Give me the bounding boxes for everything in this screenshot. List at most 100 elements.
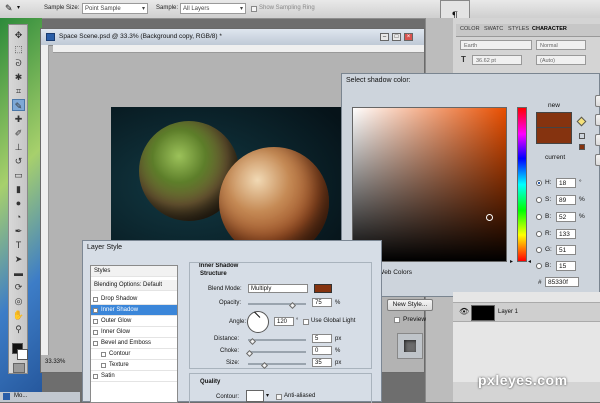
dodge-tool-icon[interactable]: ◔ — [12, 211, 25, 223]
lasso-tool-icon[interactable]: ᘐ — [12, 57, 25, 69]
path-select-icon[interactable]: ➤ — [12, 253, 25, 265]
close-button[interactable]: × — [404, 33, 413, 41]
show-sampling-ring-checkbox[interactable] — [251, 6, 257, 12]
anti-aliased-checkbox[interactable] — [276, 394, 282, 400]
ok-button[interactable] — [595, 95, 600, 107]
leading-field[interactable]: (Auto) — [536, 55, 586, 65]
choke-slider[interactable] — [248, 351, 306, 353]
color-field[interactable] — [352, 107, 507, 262]
preview-checkbox[interactable] — [394, 317, 400, 323]
brightness-radio[interactable] — [536, 214, 542, 220]
blur-tool-icon[interactable]: ● — [12, 197, 25, 209]
eyedropper-tool-icon[interactable]: ✎ — [5, 3, 13, 14]
checkbox[interactable] — [93, 374, 98, 379]
checkbox[interactable] — [101, 352, 106, 357]
saturation-field[interactable]: 89 — [556, 195, 576, 205]
font-style-select[interactable]: Normal — [536, 40, 586, 50]
eye-icon[interactable]: 👁 — [459, 307, 469, 316]
font-size-field[interactable]: 36.62 pt — [472, 55, 522, 65]
sample-select[interactable]: All Layers — [180, 3, 246, 15]
photoshop-taskbar-icon[interactable] — [3, 393, 10, 400]
quick-mask-icon[interactable] — [13, 363, 25, 373]
style-outer-glow[interactable]: Outer Glow — [91, 316, 177, 327]
marquee-tool-icon[interactable]: ⬚ — [12, 43, 25, 55]
sample-size-select[interactable]: Point Sample — [82, 3, 148, 15]
style-drop-shadow[interactable]: Drop Shadow — [91, 294, 177, 305]
tab-styles[interactable]: STYLES — [508, 26, 529, 32]
blending-options-item[interactable]: Blending Options: Default — [91, 280, 177, 291]
hue-slider-left-arrow-icon[interactable]: ▸ — [510, 258, 513, 265]
distance-slider[interactable] — [248, 339, 306, 341]
opacity-field[interactable]: 75 — [312, 298, 332, 307]
green-radio[interactable] — [536, 247, 542, 253]
hue-radio[interactable] — [536, 180, 542, 186]
crop-tool-icon[interactable]: ⌗ — [12, 85, 25, 97]
cancel-button[interactable] — [595, 114, 600, 126]
gradient-tool-icon[interactable]: ▮ — [12, 183, 25, 195]
red-field[interactable]: 133 — [556, 229, 576, 239]
eyedropper-tool-icon-selected[interactable]: ✎ — [12, 99, 25, 111]
hue-field[interactable]: 18 — [556, 178, 576, 188]
taskbar-label[interactable]: Mo... — [14, 393, 27, 399]
style-satin[interactable]: Satin — [91, 371, 177, 382]
zoom-tool-icon[interactable]: ⚲ — [12, 323, 25, 335]
size-field[interactable]: 35 — [312, 358, 332, 367]
red-radio[interactable] — [536, 231, 542, 237]
history-brush-icon[interactable]: ↺ — [12, 155, 25, 167]
color-field-cursor[interactable] — [486, 214, 493, 221]
blue-radio[interactable] — [536, 263, 542, 269]
type-tool-icon[interactable]: T — [12, 239, 25, 251]
color-libraries-button[interactable] — [595, 154, 600, 166]
choke-field[interactable]: 0 — [312, 346, 332, 355]
angle-dial[interactable] — [247, 311, 269, 333]
checkbox-checked[interactable] — [93, 308, 98, 313]
distance-field[interactable]: 5 — [312, 334, 332, 343]
quick-select-tool-icon[interactable]: ✱ — [12, 71, 25, 83]
gamut-warning-icon[interactable] — [576, 116, 587, 127]
add-to-swatches-button[interactable] — [595, 134, 600, 146]
style-bevel-emboss[interactable]: Bevel and Emboss — [91, 338, 177, 349]
style-contour[interactable]: Contour — [91, 349, 177, 360]
layer-name[interactable]: Layer 1 — [498, 309, 518, 315]
contour-dropdown-icon[interactable]: ▾ — [266, 392, 269, 399]
tab-color[interactable]: COLOR — [460, 26, 480, 32]
hand-tool-icon[interactable]: ✋ — [12, 309, 25, 321]
web-safe-swatch[interactable] — [579, 144, 585, 150]
hue-slider[interactable] — [517, 107, 527, 262]
3d-orbit-icon[interactable]: ◎ — [12, 295, 25, 307]
hex-field[interactable]: 85330f — [545, 277, 579, 287]
green-field[interactable]: 51 — [556, 245, 576, 255]
style-inner-glow[interactable]: Inner Glow — [91, 327, 177, 338]
web-safe-cube-icon[interactable] — [579, 133, 585, 139]
current-color-swatch[interactable] — [536, 128, 572, 144]
checkbox[interactable] — [93, 319, 98, 324]
brush-tool-icon[interactable]: ✐ — [12, 127, 25, 139]
tab-swatches[interactable]: SWATC — [484, 26, 503, 32]
angle-field[interactable]: 120 — [274, 317, 294, 326]
blue-field[interactable]: 15 — [556, 261, 576, 271]
hue-slider-right-arrow-icon[interactable]: ◂ — [528, 258, 531, 265]
size-slider[interactable] — [248, 363, 306, 365]
style-inner-shadow[interactable]: Inner Shadow — [91, 305, 177, 316]
saturation-radio[interactable] — [536, 197, 542, 203]
checkbox[interactable] — [93, 341, 98, 346]
healing-brush-icon[interactable]: ✚ — [12, 113, 25, 125]
shape-tool-icon[interactable]: ▬ — [12, 267, 25, 279]
checkbox[interactable] — [101, 363, 106, 368]
contour-picker[interactable] — [246, 390, 264, 402]
style-texture[interactable]: Texture — [91, 360, 177, 371]
blend-mode-select[interactable]: Multiply — [248, 284, 308, 293]
minimize-button[interactable]: – — [380, 33, 389, 41]
layer-row[interactable]: 👁 Layer 1 — [453, 302, 600, 322]
use-global-light-checkbox[interactable] — [303, 319, 309, 325]
styles-header[interactable]: Styles — [91, 266, 177, 277]
tab-character[interactable]: CHARACTER — [532, 26, 567, 32]
shadow-color-swatch[interactable] — [314, 284, 332, 293]
pen-tool-icon[interactable]: ✒ — [12, 225, 25, 237]
3d-rotate-icon[interactable]: ⟳ — [12, 281, 25, 293]
eraser-tool-icon[interactable]: ▭ — [12, 169, 25, 181]
zoom-level[interactable]: 33.33% — [45, 359, 65, 365]
brightness-field[interactable]: 52 — [556, 212, 576, 222]
new-style-button[interactable]: New Style... — [387, 299, 433, 311]
move-tool-icon[interactable]: ✥ — [12, 29, 25, 41]
